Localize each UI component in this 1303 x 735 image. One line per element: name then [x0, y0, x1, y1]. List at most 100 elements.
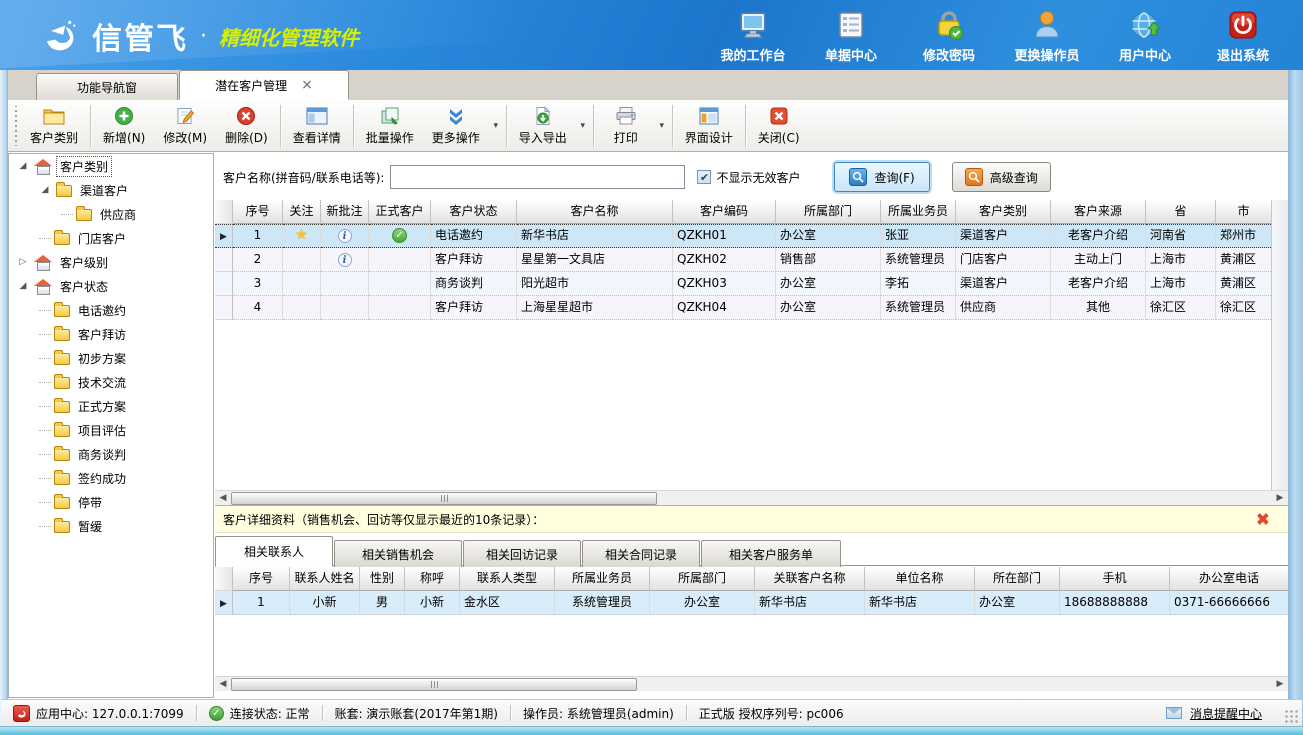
tab-function-navigator[interactable]: 功能导航窗 [36, 73, 178, 100]
scroll-right-icon[interactable]: ▶ [1272, 679, 1288, 689]
scroll-left-icon[interactable]: ◀ [215, 679, 231, 689]
table-row[interactable]: 2 i 客户拜访 星星第一文具店 QZKH02 销售部 系统管理员 门店客户 主… [215, 248, 1271, 272]
expander-expanded-icon[interactable]: ◢ [39, 185, 51, 195]
column-header[interactable]: 联系人姓名 [290, 567, 360, 591]
column-header[interactable]: 新批注 [321, 200, 369, 224]
checkbox-checked-icon[interactable]: ✔ [697, 170, 711, 184]
tree-item-customer-level[interactable]: ▷ 客户级别 [9, 250, 213, 274]
column-header[interactable]: 办公室电话 [1170, 567, 1288, 591]
column-header[interactable]: 客户类别 [956, 200, 1051, 224]
toolbar-close-button[interactable]: 关闭(C) [749, 102, 809, 149]
toolbar-ui-design-button[interactable]: 界面设计 [676, 102, 742, 149]
column-header[interactable]: 单位名称 [865, 567, 975, 591]
tree-item-supplier[interactable]: 供应商 [9, 202, 213, 226]
scroll-left-icon[interactable]: ◀ [215, 493, 231, 503]
note-info-icon[interactable]: i [338, 229, 352, 243]
toolbar-grip[interactable] [11, 106, 21, 146]
toolbar-import-export-button[interactable]: 导入导出 [510, 102, 576, 149]
column-header[interactable]: 所属业务员 [881, 200, 956, 224]
detail-tab-contacts[interactable]: 相关联系人 [215, 536, 333, 567]
toolbar-print-button[interactable]: 打印 [597, 102, 655, 149]
column-header[interactable]: 关注 [283, 200, 321, 224]
tab-close-icon[interactable]: × [301, 78, 313, 92]
contacts-row-selected[interactable]: ▶ 1 小新 男 小新 金水区 系统管理员 办公室 新华书店 新华书店 办公室 … [215, 591, 1288, 615]
resize-grip[interactable] [1284, 709, 1298, 723]
message-center-link[interactable]: 消息提醒中心 [1154, 705, 1274, 722]
toolbar-delete-button[interactable]: 删除(D) [216, 102, 277, 149]
hide-invalid-checkbox-wrap[interactable]: ✔ 不显示无效客户 [697, 169, 800, 186]
column-header[interactable]: 手机 [1060, 567, 1170, 591]
table-row[interactable]: 4 客户拜访 上海星星超市 QZKH04 办公室 系统管理员 供应商 其他 徐汇… [215, 296, 1271, 320]
tree-item-customer-status[interactable]: ◢ 客户状态 [9, 274, 213, 298]
table-row[interactable]: 3 商务谈判 阳光超市 QZKH03 办公室 李拓 渠道客户 老客户介绍 上海市… [215, 272, 1271, 296]
column-header[interactable]: 所在部门 [975, 567, 1060, 591]
nav-document-center[interactable]: 单据中心 [809, 8, 893, 64]
column-header[interactable]: 客户名称 [517, 200, 673, 224]
scroll-right-icon[interactable]: ▶ [1272, 493, 1288, 503]
expander-expanded-icon[interactable]: ◢ [17, 161, 29, 171]
customer-name-input[interactable] [390, 165, 685, 189]
toolbar-edit-button[interactable]: 修改(M) [154, 102, 216, 149]
toolbar-customer-category-button[interactable]: 客户类别 [21, 102, 87, 149]
nav-switch-operator[interactable]: 更换操作员 [1005, 8, 1089, 64]
column-header[interactable]: 关联客户名称 [755, 567, 865, 591]
tree-item-channel-customer[interactable]: ◢ 渠道客户 [9, 178, 213, 202]
detail-tab-service-orders[interactable]: 相关客户服务单 [701, 540, 841, 567]
column-header[interactable]: 性别 [360, 567, 405, 591]
tree-item-initial-plan[interactable]: 初步方案 [9, 346, 213, 370]
detail-tab-contract-records[interactable]: 相关合同记录 [582, 540, 700, 567]
tree-item-business-negotiation[interactable]: 商务谈判 [9, 442, 213, 466]
scrollbar-thumb[interactable] [231, 492, 657, 505]
expander-expanded-icon[interactable]: ◢ [17, 281, 29, 291]
column-header[interactable]: 所属部门 [776, 200, 881, 224]
print-dropdown-icon[interactable]: ▾ [655, 100, 669, 151]
tree-item-phone-invite[interactable]: 电话邀约 [9, 298, 213, 322]
tree-item-customer-category[interactable]: ◢ 客户类别 [9, 154, 213, 178]
note-info-icon[interactable]: i [338, 253, 352, 267]
toolbar-add-button[interactable]: 新增(N) [94, 102, 154, 149]
contacts-horizontal-scrollbar[interactable]: ◀ ▶ [215, 676, 1288, 691]
table-row-selected[interactable]: ▶ 1 ★ i ✓ 电话邀约 新华书店 QZKH01 办公室 张亚 渠道客户 老… [215, 224, 1271, 248]
nav-exit-system[interactable]: 退出系统 [1201, 8, 1285, 64]
tree-item-formal-plan[interactable]: 正式方案 [9, 394, 213, 418]
window-frame-bottom [0, 726, 1303, 735]
column-header[interactable]: 客户来源 [1051, 200, 1146, 224]
tree-item-stalled[interactable]: 停带 [9, 490, 213, 514]
import-export-dropdown-icon[interactable]: ▾ [576, 100, 590, 151]
column-header[interactable]: 联系人类型 [460, 567, 555, 591]
star-icon[interactable]: ★ [295, 227, 308, 243]
tree-item-customer-visit[interactable]: 客户拜访 [9, 322, 213, 346]
toolbar-more-actions-button[interactable]: 更多操作 [423, 102, 489, 149]
advanced-query-button[interactable]: 高级查询 [952, 162, 1051, 192]
nav-change-password[interactable]: 修改密码 [907, 8, 991, 64]
nav-user-center[interactable]: 用户中心 [1103, 8, 1187, 64]
toolbar-batch-operation-button[interactable]: 批量操作 [357, 102, 423, 149]
tree-item-technical-exchange[interactable]: 技术交流 [9, 370, 213, 394]
more-actions-dropdown-icon[interactable]: ▾ [489, 100, 503, 151]
tab-potential-customer-management[interactable]: 潜在客户管理 × [179, 70, 349, 100]
detail-tab-visit-records[interactable]: 相关回访记录 [463, 540, 581, 567]
column-header[interactable]: 所属部门 [650, 567, 755, 591]
column-header[interactable]: 正式客户 [369, 200, 431, 224]
query-button[interactable]: 查询(F) [834, 162, 929, 192]
toolbar-view-details-button[interactable]: 查看详情 [284, 102, 350, 149]
detail-tab-sales-opportunities[interactable]: 相关销售机会 [334, 540, 462, 567]
column-header[interactable]: 所属业务员 [555, 567, 650, 591]
column-header[interactable]: 省 [1146, 200, 1216, 224]
nav-my-workbench[interactable]: 我的工作台 [711, 8, 795, 64]
detail-close-icon[interactable]: ✖ [1256, 510, 1270, 530]
tree-item-signed-success[interactable]: 签约成功 [9, 466, 213, 490]
expander-collapsed-icon[interactable]: ▷ [17, 257, 29, 267]
tree-item-postponed[interactable]: 暂缓 [9, 514, 213, 538]
column-header[interactable]: 市 [1216, 200, 1271, 224]
column-header[interactable]: 称呼 [405, 567, 460, 591]
column-header[interactable]: 序号 [233, 567, 290, 591]
tree-item-store-customer[interactable]: 门店客户 [9, 226, 213, 250]
grid-vertical-scrollbar[interactable] [1271, 200, 1288, 490]
column-header[interactable]: 客户状态 [431, 200, 517, 224]
column-header[interactable]: 客户编码 [673, 200, 776, 224]
column-header[interactable]: 序号 [233, 200, 283, 224]
scrollbar-thumb[interactable] [231, 678, 637, 691]
grid-horizontal-scrollbar[interactable]: ◀ ▶ [215, 490, 1288, 505]
tree-item-project-evaluation[interactable]: 项目评估 [9, 418, 213, 442]
